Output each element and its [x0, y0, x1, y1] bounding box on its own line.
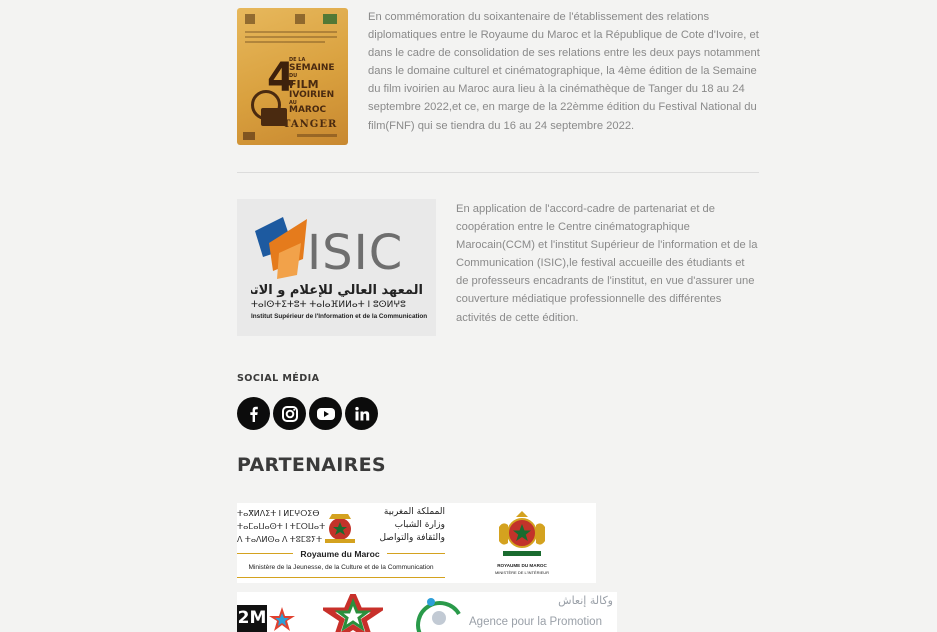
agency-promotion-logo[interactable]: وكالة إنعاش Agence pour la Promotion: [413, 592, 617, 632]
isic-brand: ISIC: [307, 225, 404, 281]
ministry-tifinagh-2: ⵜⴰⵎⴰⵡⴰⵙⵜ ⵏ ⵜⵎⵔⵡⴰⵜ: [237, 522, 326, 531]
poster-logo-1: [245, 14, 255, 24]
poster-logo-2: [295, 14, 305, 24]
ministry-arabic-2: وزارة الشباب: [394, 520, 445, 530]
youtube-icon: [316, 407, 335, 420]
social-media-title: SOCIAL MÉDIA: [237, 373, 320, 384]
isic-emblem-icon: [255, 217, 307, 279]
morocco-emblem-icon: [499, 511, 545, 556]
isic-tifinagh-name: ⵜⴰⵏⵙⵜⵉⵜⵓⵜ ⵜⴰⵏⴰⴼⵍⵍⴰⵜ ⵏ ⵓⵙⵍⵖⵓ: [251, 300, 406, 310]
ministry-title: Royaume du Maroc: [300, 549, 380, 559]
2m-star-icon: [269, 607, 295, 631]
poster-label-4: FILM: [289, 78, 319, 91]
isic-description: En application de l'accord-cadre de part…: [456, 203, 758, 324]
ministry-subtitle: Ministère de la Jeunesse, de la Culture …: [248, 564, 434, 571]
ministry-tifinagh-3: ⴷ ⵜⴰⴷⵍⵙⴰ ⴷ ⵜⵓⵎⵓⵢⵜ: [237, 535, 323, 544]
interior-line-1: ROYAUME DU MAROC: [497, 563, 547, 568]
isic-logo-image[interactable]: ISIC المعهد العالي للإعلام و الاتصال ⵜⴰⵏ…: [237, 199, 436, 336]
agency-arabic: وكالة إنعاش: [558, 594, 613, 607]
poster-logo-3: [323, 14, 337, 24]
facebook-button[interactable]: [237, 397, 270, 430]
2m-label: 2M: [237, 605, 267, 632]
facebook-icon: [249, 406, 258, 422]
instagram-button[interactable]: [273, 397, 306, 430]
poster-city: TANGER: [283, 119, 338, 130]
ministry-arabic-3: والثقافة والتواصل: [379, 533, 445, 543]
poster-description: En commémoration du soixantenaire de l'é…: [368, 11, 760, 132]
partners-logos-row-2: 2M وكالة إنعاش Agence pour la Promotion: [237, 592, 617, 632]
linkedin-button[interactable]: [345, 397, 378, 430]
isic-french-name: Institut Supérieur de l'Information et d…: [251, 313, 428, 320]
agency-map-icon: [416, 598, 461, 632]
partners-title: PARTENAIRES: [237, 454, 386, 476]
poster-label-7: MAROC: [289, 105, 327, 115]
partners-logos-row-1: ⵜⴰⴳⵍⴷⵉⵜ ⵏ ⵍⵎⵖⵔⵉⴱ ⵜⴰⵎⴰⵡⴰⵙⵜ ⵏ ⵜⵎⵔⵡⴰⵜ ⴷ ⵜⴰⴷ…: [237, 503, 596, 583]
agency-french: Agence pour la Promotion: [469, 616, 602, 628]
2m-logo[interactable]: 2M: [237, 605, 297, 632]
isic-arabic-name: المعهد العالي للإعلام و الاتصال: [251, 283, 423, 298]
instagram-icon: [281, 405, 298, 422]
social-icons-row: [237, 397, 378, 430]
ministry-interior-logo[interactable]: ROYAUME DU MAROC MINISTÈRE DE L'INTÉRIEU…: [489, 507, 555, 581]
morocco-coat-of-arms-icon: [325, 514, 355, 543]
linkedin-icon: [354, 406, 369, 420]
snrt-star-logo[interactable]: [323, 594, 383, 632]
section-divider: [237, 172, 759, 173]
interior-line-2: MINISTÈRE DE L'INTÉRIEUR: [494, 570, 550, 575]
ministry-arabic-1: المملكة المغربية: [383, 507, 445, 517]
youtube-button[interactable]: [309, 397, 342, 430]
poster-label-2: SEMAINE: [289, 63, 335, 73]
festival-poster-image[interactable]: 4 DE LA SEMAINE DU FILM IVOIRIEN AU MARO…: [237, 8, 348, 145]
ministry-tifinagh-1: ⵜⴰⴳⵍⴷⵉⵜ ⵏ ⵍⵎⵖⵔⵉⴱ: [237, 509, 320, 518]
poster-label-5: IVOIRIEN: [289, 90, 335, 100]
ministry-culture-logo[interactable]: ⵜⴰⴳⵍⴷⵉⵜ ⵏ ⵍⵎⵖⵔⵉⴱ ⵜⴰⵎⴰⵡⴰⵙⵜ ⵏ ⵜⵎⵔⵡⴰⵜ ⴷ ⵜⴰⴷ…: [237, 503, 447, 583]
